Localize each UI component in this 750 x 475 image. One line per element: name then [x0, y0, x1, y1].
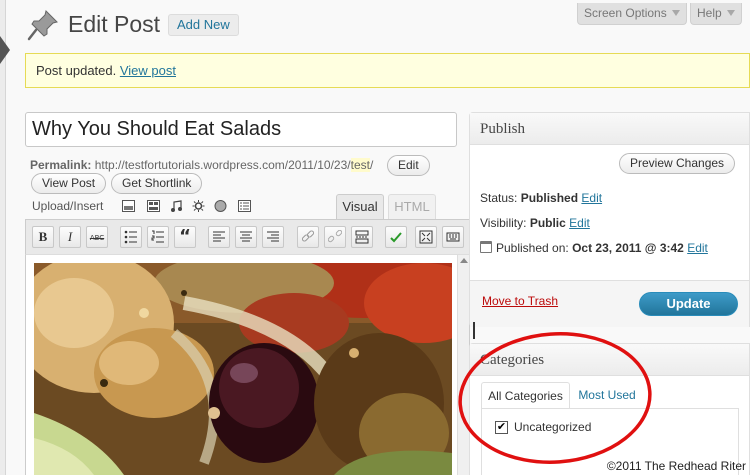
preview-changes-button[interactable]: Preview Changes	[619, 153, 736, 174]
published-on-row: Published on: Oct 23, 2011 @ 3:42 Edit	[480, 241, 708, 255]
calendar-icon	[480, 241, 492, 253]
permalink: Permalink: http://testfortutorials.wordp…	[30, 158, 373, 172]
add-form-icon[interactable]	[238, 200, 251, 212]
insert-link-button[interactable]	[297, 226, 319, 248]
link-icon	[301, 230, 315, 242]
tab-html[interactable]: HTML	[388, 194, 436, 220]
tab-visual[interactable]: Visual	[336, 194, 384, 220]
chevron-down-icon	[726, 10, 735, 16]
strikethrough-icon: ABC	[89, 234, 105, 242]
visibility-label: Visibility:	[480, 216, 527, 230]
align-left-icon	[213, 231, 225, 242]
editor-scrollbar[interactable]	[457, 255, 469, 475]
screen-options-tab[interactable]: Screen Options	[577, 3, 687, 25]
add-audio-icon[interactable]	[170, 200, 183, 212]
get-shortlink-button[interactable]: Get Shortlink	[111, 173, 203, 194]
visibility-value: Public	[529, 216, 566, 230]
help-tab[interactable]: Help	[690, 3, 742, 25]
move-to-trash-link[interactable]: Move to Trash	[482, 294, 558, 308]
view-post-button[interactable]: View Post	[31, 173, 107, 194]
bullet-list-icon	[124, 230, 137, 244]
scroll-up-icon[interactable]	[460, 258, 468, 263]
visibility-row: Visibility: Public Edit	[480, 216, 590, 230]
fullscreen-icon	[419, 230, 433, 244]
chevron-down-icon	[671, 10, 680, 16]
published-value: Oct 23, 2011 @ 3:42	[572, 241, 684, 255]
insert-more-button[interactable]	[351, 226, 373, 248]
permalink-base: http://testfortutorials.wordpress.com/20…	[94, 158, 351, 172]
post-content-editor[interactable]	[25, 255, 470, 475]
categories-box: Categories All Categories Most Used ✔ Un…	[469, 343, 750, 475]
permalink-label: Permalink:	[30, 158, 92, 172]
unlink-icon	[327, 229, 343, 243]
numbered-list-icon	[151, 230, 164, 243]
numbered-list-button[interactable]	[147, 226, 169, 248]
add-video-icon[interactable]	[147, 200, 160, 212]
align-right-button[interactable]	[262, 226, 284, 248]
bullet-list-button[interactable]	[120, 226, 142, 248]
permalink-slug[interactable]: test	[350, 158, 370, 172]
copyright-watermark: ©2011 The Redhead Riter	[606, 459, 746, 473]
blockquote-button[interactable]: “	[174, 226, 196, 248]
salad-photo	[34, 263, 452, 475]
add-image-icon[interactable]	[122, 200, 135, 212]
unlink-button[interactable]	[324, 226, 346, 248]
update-button[interactable]: Update	[639, 292, 738, 316]
update-notice: Post updated. View post	[25, 53, 750, 88]
more-tag-icon	[355, 230, 369, 244]
published-label: Published on:	[496, 241, 569, 255]
kitchen-sink-icon	[446, 232, 460, 242]
collapse-arrow-icon[interactable]	[0, 36, 10, 64]
align-left-button[interactable]	[208, 226, 230, 248]
status-edit-link[interactable]: Edit	[581, 191, 602, 205]
tab-all-categories[interactable]: All Categories	[481, 382, 570, 409]
uncategorized-checkbox[interactable]: ✔	[495, 421, 508, 434]
visibility-edit-link[interactable]: Edit	[569, 216, 590, 230]
italic-button[interactable]: I	[59, 226, 81, 248]
add-poll-icon[interactable]	[214, 200, 227, 212]
status-row: Status: Published Edit	[480, 191, 602, 205]
upload-insert-label: Upload/Insert	[32, 199, 104, 213]
publish-box: Publish Preview Changes Status: Publishe…	[469, 112, 750, 327]
publish-title: Publish	[470, 113, 749, 145]
categories-title: Categories	[470, 344, 749, 376]
add-media-icon[interactable]	[192, 200, 205, 212]
strikethrough-button[interactable]: ABC	[86, 226, 108, 248]
published-edit-link[interactable]: Edit	[687, 241, 708, 255]
edit-permalink-button[interactable]: Edit	[387, 155, 430, 176]
kitchen-sink-button[interactable]	[442, 226, 464, 248]
pushpin-icon	[27, 10, 58, 41]
status-value: Published	[520, 191, 579, 205]
editor-toolbar: B I ABC “	[25, 219, 470, 255]
status-label: Status:	[480, 191, 518, 205]
screen-options-label: Screen Options	[584, 6, 667, 20]
publish-actions: Move to Trash Update	[470, 280, 749, 327]
align-center-icon	[240, 231, 252, 242]
align-center-button[interactable]	[235, 226, 257, 248]
permalink-end: /	[369, 158, 374, 172]
post-title-input[interactable]: Why You Should Eat Salads	[25, 112, 457, 147]
admin-menu-strip	[0, 0, 6, 475]
notice-text: Post updated.	[36, 63, 117, 78]
spellcheck-button[interactable]	[385, 226, 407, 248]
bold-button[interactable]: B	[32, 226, 54, 248]
add-new-button[interactable]: Add New	[168, 14, 239, 36]
help-label: Help	[697, 6, 722, 20]
text-cursor	[473, 322, 475, 339]
fullscreen-button[interactable]	[415, 226, 437, 248]
page-title: Edit Post	[68, 11, 161, 37]
view-post-link[interactable]: View post	[120, 63, 176, 78]
tab-most-used[interactable]: Most Used	[574, 382, 640, 409]
spellcheck-icon	[390, 232, 402, 243]
align-right-icon	[267, 231, 279, 242]
category-label: Uncategorized	[514, 420, 592, 434]
